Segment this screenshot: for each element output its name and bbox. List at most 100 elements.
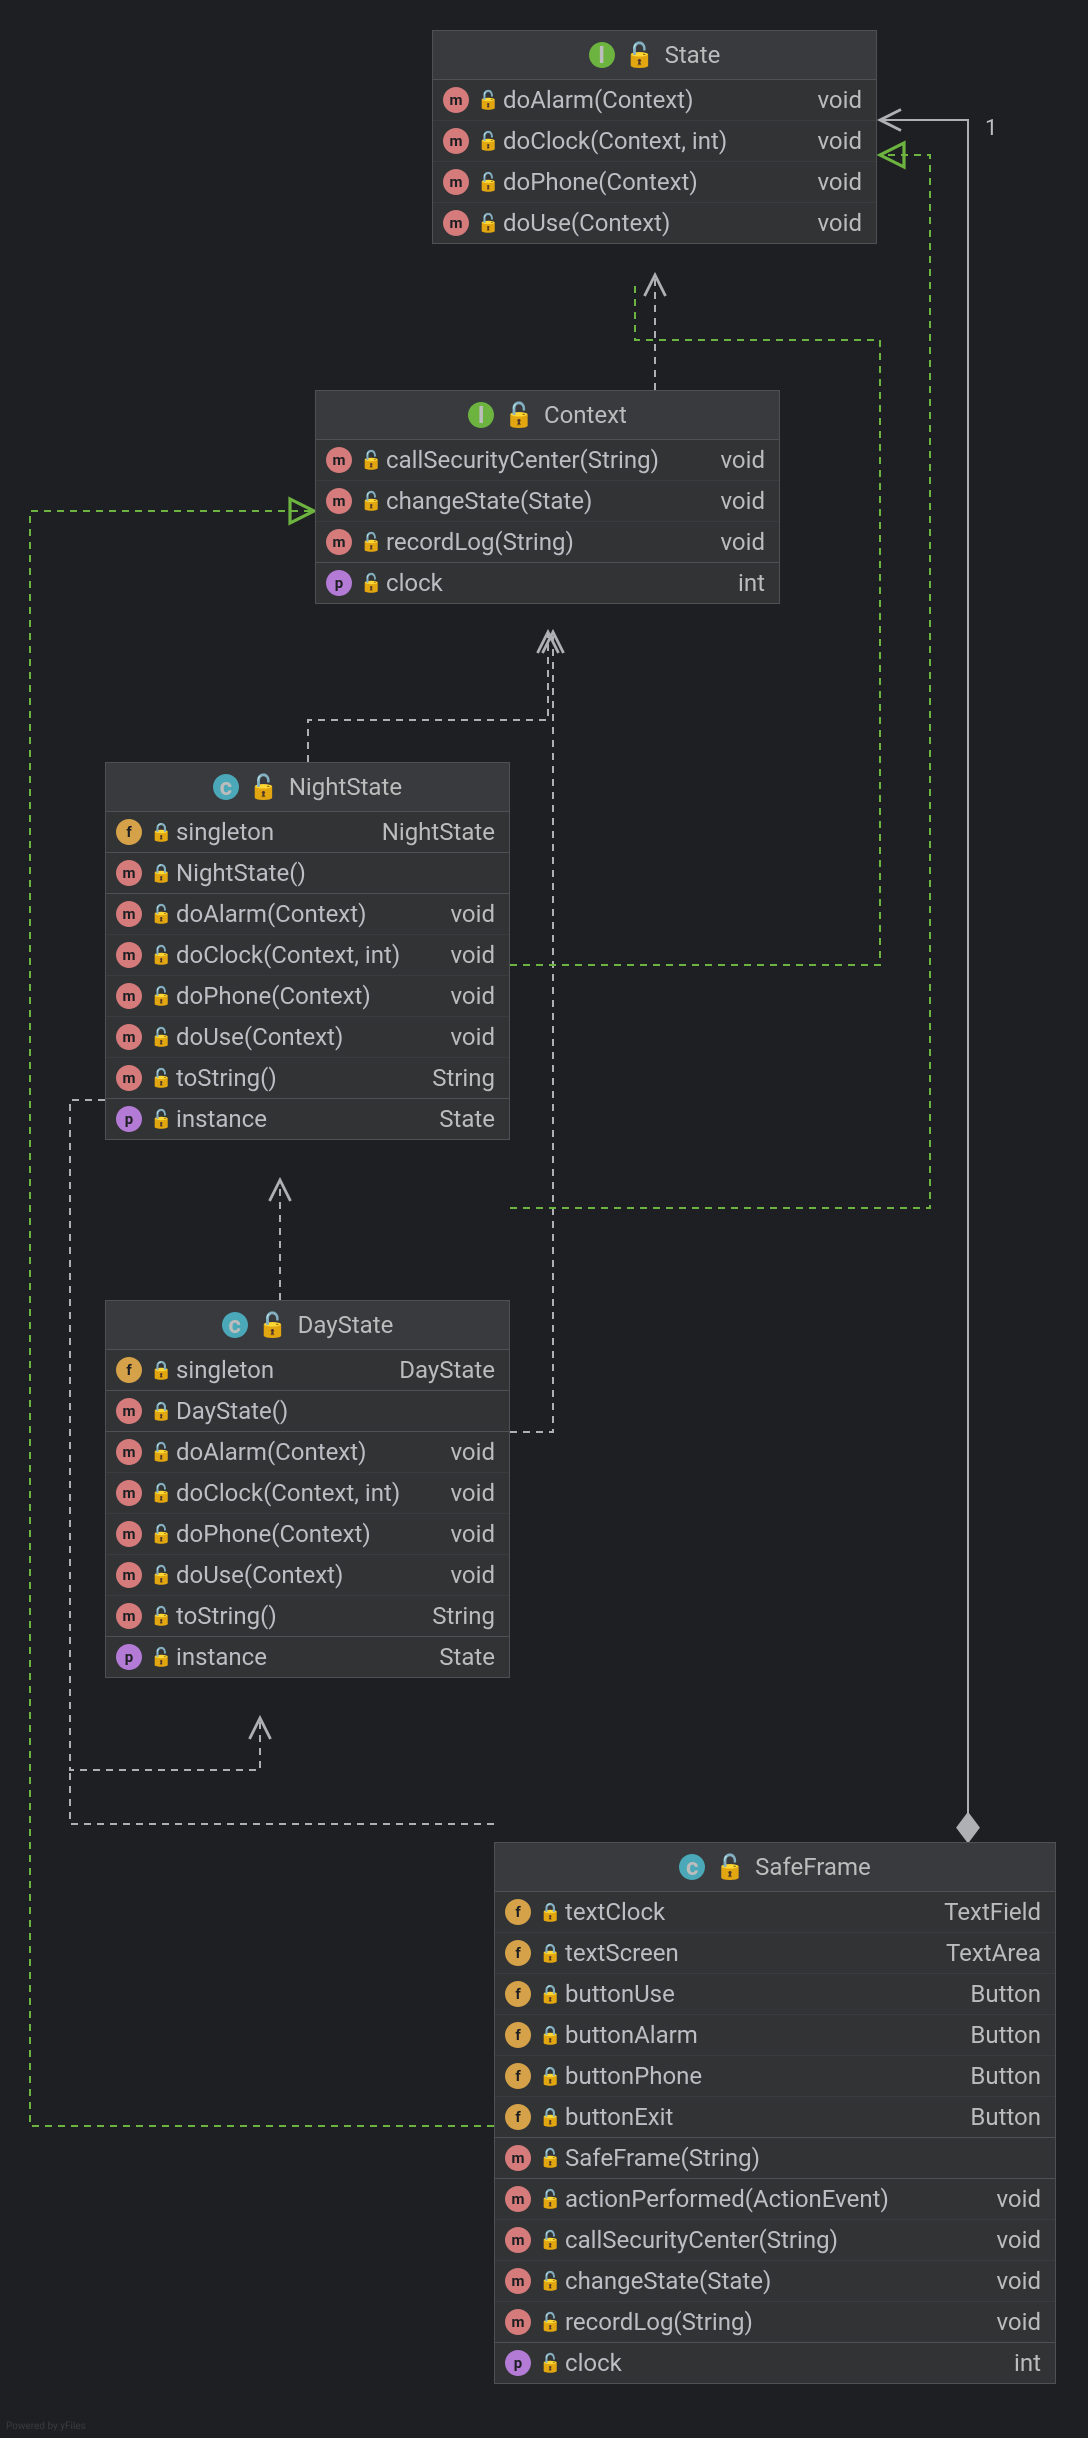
member-label: doClock(Context, int): [176, 1479, 424, 1507]
method-icon: m: [116, 1562, 142, 1588]
member-row[interactable]: m🔓callSecurityCenter(String)void: [495, 2219, 1055, 2260]
member-row[interactable]: m🔓doPhone(Context)void: [433, 161, 876, 202]
member-type: TextArea: [928, 1939, 1041, 1967]
method-icon: m: [443, 210, 469, 236]
member-type: void: [432, 1561, 495, 1589]
member-row[interactable]: m🔓doUse(Context)void: [433, 202, 876, 243]
member-row[interactable]: f🔒textScreenTextArea: [495, 1932, 1055, 1973]
member-row[interactable]: m🔓callSecurityCenter(String)void: [316, 440, 779, 480]
member-row[interactable]: m🔓SafeFrame(String): [495, 2138, 1055, 2178]
member-type: void: [978, 2267, 1041, 2295]
field-icon: f: [505, 1940, 531, 1966]
member-type: int: [720, 569, 765, 597]
member-type: void: [978, 2226, 1041, 2254]
property-icon: p: [505, 2350, 531, 2376]
member-row[interactable]: m🔓changeState(State)void: [316, 480, 779, 521]
lock-closed-icon: 🔒: [539, 1984, 557, 2005]
class-title[interactable]: c🔓DayState: [106, 1301, 509, 1350]
member-row[interactable]: m🔓toString()String: [106, 1595, 509, 1636]
member-type: void: [799, 127, 862, 155]
member-type: DayState: [381, 1356, 495, 1384]
member-row[interactable]: m🔓doClock(Context, int)void: [106, 1472, 509, 1513]
member-section: m🔓actionPerformed(ActionEvent)voidm🔓call…: [495, 2178, 1055, 2342]
member-type: void: [799, 209, 862, 237]
member-label: doAlarm(Context): [176, 900, 424, 928]
member-type: State: [421, 1643, 495, 1671]
member-label: doUse(Context): [503, 209, 791, 237]
member-row[interactable]: m🔓doClock(Context, int)void: [106, 934, 509, 975]
member-type: void: [432, 1438, 495, 1466]
member-label: changeState(State): [565, 2267, 970, 2295]
field-icon: f: [116, 819, 142, 845]
class-title[interactable]: c🔓NightState: [106, 763, 509, 812]
lock-closed-icon: 🔒: [539, 2066, 557, 2087]
kind-icon-interface: I: [589, 42, 615, 68]
property-icon: p: [116, 1106, 142, 1132]
member-row[interactable]: m🔓recordLog(String)void: [495, 2301, 1055, 2342]
member-row[interactable]: m🔓doUse(Context)void: [106, 1554, 509, 1595]
member-row[interactable]: m🔓recordLog(String)void: [316, 521, 779, 562]
member-type: String: [414, 1064, 495, 1092]
property-icon: p: [116, 1644, 142, 1670]
class-name: State: [665, 41, 721, 69]
member-row[interactable]: p🔓clockint: [316, 563, 779, 603]
member-type: Button: [952, 1980, 1041, 2008]
member-row[interactable]: m🔓doUse(Context)void: [106, 1016, 509, 1057]
method-icon: m: [505, 2309, 531, 2335]
lock-open-icon: 🔓: [360, 532, 378, 553]
lock-closed-icon: 🔒: [150, 1401, 168, 1422]
member-row[interactable]: f🔒buttonUseButton: [495, 1973, 1055, 2014]
class-SafeFrame[interactable]: c🔓SafeFramef🔒textClockTextFieldf🔒textScr…: [494, 1842, 1056, 2384]
member-label: doAlarm(Context): [176, 1438, 424, 1466]
class-DayState[interactable]: c🔓DayStatef🔒singletonDayStatem🔒DayState(…: [105, 1300, 510, 1678]
lock-open-icon: 🔓: [539, 2312, 557, 2333]
member-label: recordLog(String): [386, 528, 694, 556]
member-row[interactable]: f🔒singletonDayState: [106, 1350, 509, 1390]
method-icon: m: [505, 2227, 531, 2253]
member-label: doAlarm(Context): [503, 86, 791, 114]
member-section: m🔒NightState(): [106, 852, 509, 893]
member-row[interactable]: m🔓doPhone(Context)void: [106, 975, 509, 1016]
member-row[interactable]: p🔓instanceState: [106, 1637, 509, 1677]
lock-open-icon: 🔓: [249, 773, 279, 801]
class-name: SafeFrame: [755, 1853, 871, 1881]
member-type: void: [702, 446, 765, 474]
class-title[interactable]: I🔓State: [433, 31, 876, 80]
member-row[interactable]: m🔓doPhone(Context)void: [106, 1513, 509, 1554]
member-row[interactable]: m🔓doAlarm(Context)void: [106, 894, 509, 934]
lock-closed-icon: 🔒: [150, 822, 168, 843]
class-title[interactable]: I🔓Context: [316, 391, 779, 440]
member-row[interactable]: m🔓changeState(State)void: [495, 2260, 1055, 2301]
member-section: m🔓SafeFrame(String): [495, 2137, 1055, 2178]
method-icon: m: [326, 488, 352, 514]
class-NightState[interactable]: c🔓NightStatef🔒singletonNightStatem🔒Night…: [105, 762, 510, 1140]
class-Context[interactable]: I🔓Contextm🔓callSecurityCenter(String)voi…: [315, 390, 780, 604]
member-row[interactable]: f🔒buttonExitButton: [495, 2096, 1055, 2137]
member-label: clock: [386, 569, 712, 597]
method-icon: m: [116, 1065, 142, 1091]
member-row[interactable]: f🔒textClockTextField: [495, 1892, 1055, 1932]
member-row[interactable]: m🔓doAlarm(Context)void: [433, 80, 876, 120]
member-row[interactable]: p🔓instanceState: [106, 1099, 509, 1139]
member-row[interactable]: m🔒DayState(): [106, 1391, 509, 1431]
member-row[interactable]: m🔓toString()String: [106, 1057, 509, 1098]
member-row[interactable]: f🔒buttonPhoneButton: [495, 2055, 1055, 2096]
member-row[interactable]: p🔓clockint: [495, 2343, 1055, 2383]
member-row[interactable]: m🔓doClock(Context, int)void: [433, 120, 876, 161]
member-section: p🔓instanceState: [106, 1636, 509, 1677]
member-row[interactable]: f🔒buttonAlarmButton: [495, 2014, 1055, 2055]
class-State[interactable]: I🔓Statem🔓doAlarm(Context)voidm🔓doClock(C…: [432, 30, 877, 244]
lock-open-icon: 🔓: [539, 2189, 557, 2210]
method-icon: m: [505, 2186, 531, 2212]
member-type: void: [702, 487, 765, 515]
member-type: void: [978, 2185, 1041, 2213]
class-title[interactable]: c🔓SafeFrame: [495, 1843, 1055, 1892]
member-row[interactable]: m🔓actionPerformed(ActionEvent)void: [495, 2179, 1055, 2219]
lock-open-icon: 🔓: [539, 2230, 557, 2251]
lock-closed-icon: 🔒: [539, 2025, 557, 2046]
member-row[interactable]: m🔒NightState(): [106, 853, 509, 893]
kind-icon-interface: I: [468, 402, 494, 428]
member-row[interactable]: m🔓doAlarm(Context)void: [106, 1432, 509, 1472]
member-type: void: [432, 982, 495, 1010]
member-row[interactable]: f🔒singletonNightState: [106, 812, 509, 852]
